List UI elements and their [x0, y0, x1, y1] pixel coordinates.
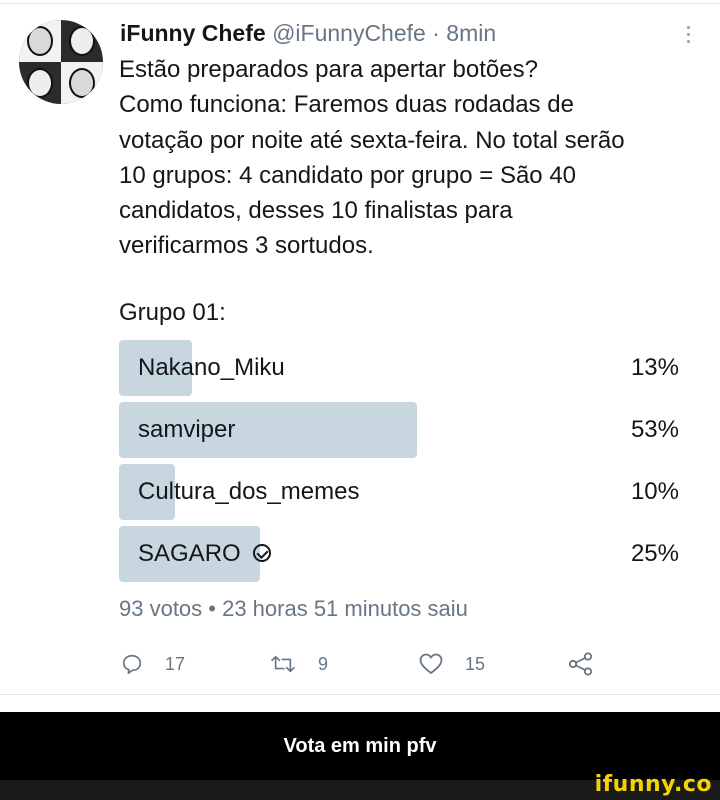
tweet-card: iFunny Chefe @iFunnyChefe · 8min Estão p…: [0, 0, 720, 694]
tweet-body-line: Estão preparados para apertar botões?: [119, 56, 538, 83]
poll-option-label-wrap: SAGARO: [138, 526, 271, 582]
like-action[interactable]: 15: [419, 651, 485, 677]
author-name[interactable]: iFunny Chefe: [120, 20, 266, 46]
retweet-action[interactable]: 9: [270, 651, 328, 677]
tweet-body-line: Como funciona: Faremos duas rodadas de: [119, 91, 574, 119]
poll-option[interactable]: Cultura_dos_memes 10%: [119, 464, 682, 520]
poll-option[interactable]: SAGARO 25%: [119, 526, 682, 582]
tweet-header: iFunny Chefe @iFunnyChefe · 8min: [120, 18, 496, 48]
avatar[interactable]: [19, 20, 103, 104]
caption-text: Vota em min pfv: [283, 734, 437, 757]
poll-meta: 93 votos • 23 horas 51 minutos saiu: [119, 596, 468, 621]
tweet-body-line: votação por noite até sexta-feira. No to…: [119, 126, 625, 154]
tweet-body-line: candidatos, desses 10 finalistas para: [119, 197, 513, 225]
poll-option-percent: 10%: [630, 478, 679, 505]
ifunny-watermark: ifunny.co: [594, 772, 712, 797]
bottom-divider: [0, 694, 720, 695]
tweet-body-line: verificarmos 3 sortudos.: [119, 232, 374, 260]
retweet-count: 9: [318, 653, 329, 674]
header-separator: ·: [432, 20, 440, 46]
poll-option-percent: 25%: [630, 540, 679, 567]
reply-action[interactable]: 17: [121, 651, 185, 677]
tweet-body-line: 10 grupos: 4 candidato por grupo = São 4…: [119, 161, 577, 189]
poll-option[interactable]: samviper 53%: [119, 402, 682, 458]
tweet-body: Estão preparados para apertar botões? Co…: [119, 52, 699, 264]
poll-option-label: Nakano_Miku: [138, 354, 285, 381]
heart-icon: [419, 653, 443, 675]
like-count: 15: [465, 653, 486, 674]
poll-option-label: samviper: [138, 416, 236, 443]
poll-title: Grupo 01:: [119, 299, 226, 326]
tweet-time[interactable]: 8min: [446, 20, 496, 46]
reply-count: 17: [165, 653, 186, 674]
share-action[interactable]: [568, 651, 616, 677]
avatar-face: [69, 26, 95, 56]
avatar-face: [27, 68, 53, 98]
poll-option-percent: 53%: [630, 416, 679, 443]
avatar-face: [69, 68, 95, 98]
retweet-icon: [270, 653, 296, 675]
reply-icon: [121, 653, 143, 675]
poll-option-percent: 13%: [630, 354, 679, 381]
more-options-icon[interactable]: [684, 26, 692, 48]
poll-option-label: Cultura_dos_memes: [138, 478, 360, 505]
check-circle-icon: [252, 544, 271, 562]
top-divider: [0, 3, 720, 4]
poll-option[interactable]: Nakano_Miku 13%: [119, 340, 682, 396]
author-handle[interactable]: @iFunnyChefe: [272, 20, 426, 46]
avatar-face: [27, 26, 53, 56]
share-icon: [568, 652, 594, 676]
poll-option-label: SAGARO: [138, 540, 241, 567]
caption-bar: Vota em min pfv: [0, 712, 720, 780]
